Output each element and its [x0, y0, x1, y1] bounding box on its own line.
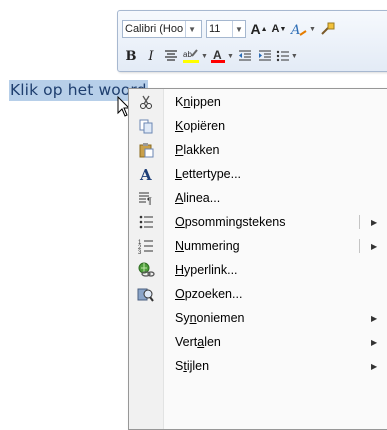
shrink-font-icon: A: [271, 23, 280, 35]
menu-item-label: Alinea...: [175, 191, 221, 205]
styles-icon: A: [290, 23, 307, 37]
font-color-icon: A: [210, 48, 225, 63]
grow-font-icon: A: [250, 21, 261, 37]
submenu-arrow-icon: ▶: [371, 361, 378, 371]
paste-icon: [129, 142, 163, 158]
menu-item-label: Vertalen: [175, 335, 221, 349]
menu-item-synonyms[interactable]: Synoniemen ▶: [129, 306, 387, 330]
menu-item-paste[interactable]: Plakken: [129, 138, 387, 162]
submenu-arrow-icon: ▶: [371, 337, 378, 347]
menu-item-hyperlink[interactable]: Hyperlink...: [129, 258, 387, 282]
increase-indent-icon: [258, 50, 271, 61]
menu-item-label: Opzoeken...: [175, 287, 243, 301]
paragraph-icon: ¶: [129, 190, 163, 206]
numbering-icon: 123: [129, 238, 163, 254]
submenu-arrow-icon[interactable]: ▶: [371, 242, 377, 251]
increase-indent-button[interactable]: [256, 46, 274, 66]
font-name-combo[interactable]: Calibri (Hoo ▼: [122, 20, 202, 38]
bullets-icon: [129, 214, 163, 230]
italic-button[interactable]: I: [142, 46, 160, 66]
bullets-button[interactable]: ▼: [276, 46, 298, 66]
shrink-font-button[interactable]: A ▼: [270, 19, 288, 39]
chevron-down-icon[interactable]: ▼: [232, 21, 245, 37]
menu-item-cut[interactable]: Knippen: [129, 90, 387, 114]
menu-item-paragraph[interactable]: ¶ Alinea...: [129, 186, 387, 210]
align-center-icon: [165, 50, 177, 61]
format-painter-button[interactable]: [318, 19, 336, 39]
menu-item-bullets[interactable]: Opsommingstekens ▶: [129, 210, 387, 234]
svg-text:A: A: [290, 23, 300, 37]
split-separator: [359, 215, 360, 229]
chevron-down-icon[interactable]: ▼: [185, 21, 198, 37]
menu-item-translate[interactable]: Vertalen ▶: [129, 330, 387, 354]
copy-icon: [129, 118, 163, 134]
svg-text:A: A: [213, 48, 222, 62]
hyperlink-icon: [129, 262, 163, 278]
highlight-button[interactable]: ab ▼: [182, 46, 208, 66]
font-icon: A: [129, 166, 163, 182]
menu-item-label: Plakken: [175, 143, 220, 157]
menu-item-label: Lettertype...: [175, 167, 242, 181]
svg-text:¶: ¶: [147, 196, 152, 206]
menu-item-font[interactable]: A Lettertype...: [129, 162, 387, 186]
submenu-arrow-icon[interactable]: ▶: [371, 218, 377, 227]
menu-item-styles[interactable]: Stijlen ▶: [129, 354, 387, 378]
mini-toolbar-row-2: B I ab ▼ A ▼ ▼: [122, 44, 300, 68]
align-center-button[interactable]: [162, 46, 180, 66]
context-menu: Knippen Kopiëren Plakken A Lettertype...…: [128, 88, 387, 430]
mini-toolbar-row-1: Calibri (Hoo ▼ 11 ▼ A ▲ A ▼ A ▼: [122, 17, 338, 41]
mini-toolbar: Calibri (Hoo ▼ 11 ▼ A ▲ A ▼ A ▼ B I ab ▼…: [117, 10, 387, 72]
grow-font-button[interactable]: A ▲: [250, 19, 268, 39]
bullets-icon: [276, 50, 289, 62]
menu-item-label: Stijlen: [175, 359, 210, 373]
scissors-icon: [129, 94, 163, 110]
submenu-arrow-icon: ▶: [371, 313, 378, 323]
menu-item-copy[interactable]: Kopiëren: [129, 114, 387, 138]
menu-item-numbering[interactable]: 123 Nummering ▶: [129, 234, 387, 258]
font-size-value: 11: [209, 23, 221, 35]
font-size-combo[interactable]: 11 ▼: [206, 20, 246, 38]
menu-item-label: Hyperlink...: [175, 263, 238, 277]
highlight-icon: ab: [183, 49, 199, 63]
split-separator: [359, 239, 360, 253]
bold-button[interactable]: B: [122, 46, 140, 66]
menu-item-label: Kopiëren: [175, 119, 226, 133]
research-icon: [129, 286, 163, 302]
font-color-button[interactable]: A ▼: [210, 46, 234, 66]
svg-text:ab: ab: [183, 50, 192, 59]
menu-item-label: Knippen: [175, 95, 221, 109]
menu-item-label: Nummering: [175, 239, 240, 253]
change-styles-button[interactable]: A ▼: [290, 19, 316, 39]
format-painter-icon: [321, 22, 335, 35]
svg-text:A: A: [139, 166, 152, 182]
menu-item-label: Synoniemen: [175, 311, 245, 325]
menu-item-label: Opsommingstekens: [175, 215, 286, 229]
font-name-value: Calibri (Hoo: [125, 23, 184, 35]
decrease-indent-icon: [238, 50, 251, 61]
menu-item-research[interactable]: Opzoeken...: [129, 282, 387, 306]
svg-text:3: 3: [138, 250, 142, 254]
decrease-indent-button[interactable]: [236, 46, 254, 66]
